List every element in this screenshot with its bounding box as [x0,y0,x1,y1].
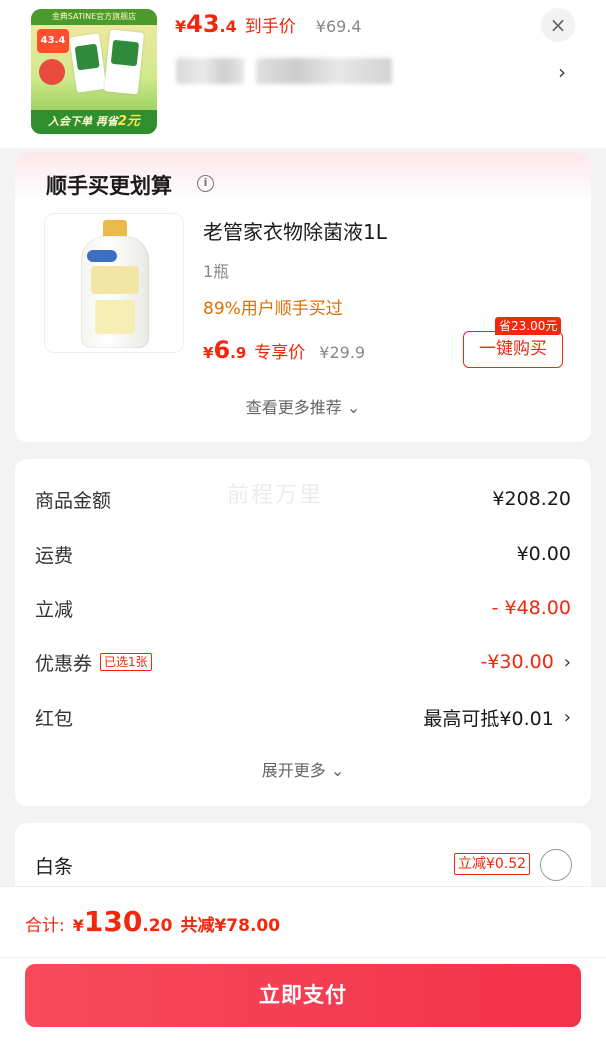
one-click-buy-button[interactable]: 一键购买 [463,331,563,368]
milk-box-graphic [103,29,145,95]
price-tag: 专享价 [254,343,306,363]
thumbnail-price: 43.4 [37,29,69,53]
row-label: 优惠券 已选1张 [35,649,152,676]
row-value: ¥208.20 [492,488,571,510]
price-decimal: .9 [230,344,247,362]
price-currency: ¥ [175,17,187,36]
summary-row-red-packet[interactable]: 红包 最高可抵¥0.01 › [35,702,571,732]
recommend-product-name[interactable]: 老管家衣物除菌液1L [203,216,387,245]
coupon-value: -¥30.00 [480,651,554,673]
coupon-selected-tag: 已选1张 [100,653,152,671]
price-integer: 43 [186,10,220,38]
section-title: 顺手买更划算 [46,174,172,198]
price-decimal: .4 [219,17,237,36]
total-currency: ¥ [72,916,84,935]
payment-method-label: 白条 [35,856,74,878]
recommend-price: ¥ 6 .9 专享价 ¥29.9 [203,336,365,364]
thumbnail-footer: 入会下单 再省2元 [31,110,157,134]
red-packet-value: 最高可抵¥0.01 [423,707,554,730]
row-label: 立减 [35,598,74,621]
blurred-text [176,58,244,84]
chevron-right-icon[interactable]: › [558,60,566,84]
more-recommendations-link[interactable]: 查看更多推荐 ⌄ [15,394,591,418]
original-price: ¥29.9 [319,343,366,362]
row-value: -¥30.00 › [480,651,571,673]
recommend-card: 顺手买更划算 i 老管家衣物除菌液1L 1瓶 89%用户顺手买过 ¥ 6 .9 … [15,152,591,442]
expand-more-link[interactable]: 展开更多 ⌄ [15,757,591,781]
price-tag: 到手价 [244,17,296,37]
product-thumbnail[interactable]: 金典SATINE官方旗舰店 43.4 入会下单 再省2元 [31,9,157,134]
row-label: 红包 [35,707,74,730]
top-product-card[interactable]: 金典SATINE官方旗舰店 43.4 入会下单 再省2元 ¥ 43 .4 到手价… [0,0,606,148]
total-integer: 130 [83,905,143,938]
close-icon[interactable]: × [541,8,575,42]
coupon-label: 优惠券 [35,652,93,675]
checkout-bar: 合计: ¥ 130 .20 共减¥78.00 立即支付 [0,886,606,1045]
row-value: ¥0.00 [516,543,571,565]
total-decimal: .20 [142,916,173,936]
row-label: 运费 [35,544,74,567]
final-price: ¥ 43 .4 到手价 ¥69.4 [175,10,362,38]
social-proof: 89%用户顺手买过 [203,299,343,319]
chevron-right-icon[interactable]: › [564,652,571,673]
chevron-right-icon[interactable]: › [564,707,571,728]
bottle-graphic [81,220,149,348]
total-discount: 共减¥78.00 [180,916,281,936]
summary-row-shipping: 运费 ¥0.00 [35,539,571,569]
order-summary-card: 前程万里 商品金额 ¥208.20 运费 ¥0.00 立减 - ¥48.00 优… [15,459,591,806]
save-badge: 省23.00元 [495,317,562,335]
thumbnail-footer-amount: 2元 [117,114,140,129]
apple-graphic [39,59,65,85]
pay-now-button[interactable]: 立即支付 [25,964,581,1027]
original-price: ¥69.4 [315,17,362,36]
row-label: 商品金额 [35,489,112,512]
row-value: 最高可抵¥0.01 › [423,704,571,731]
blurred-text [256,58,392,84]
summary-row-coupon[interactable]: 优惠券 已选1张 -¥30.00 › [35,647,571,677]
order-total: 合计: ¥ 130 .20 共减¥78.00 [25,905,280,938]
summary-row-instant-discount: 立减 - ¥48.00 [35,593,571,623]
thumbnail-footer-prefix: 入会下单 再省 [48,115,118,128]
row-value: - ¥48.00 [491,597,571,619]
payment-radio-button[interactable] [540,849,572,881]
divider [0,957,606,958]
recommend-product-image[interactable] [44,213,184,353]
price-currency: ¥ [203,344,214,362]
summary-row-goods-amount: 商品金额 ¥208.20 [35,484,571,514]
recommend-quantity: 1瓶 [203,262,230,281]
thumbnail-banner: 金典SATINE官方旗舰店 [31,9,157,25]
price-integer: 6 [213,336,231,364]
payment-promo-tag: 立减¥0.52 [454,853,531,875]
milk-box-graphic [69,33,107,93]
info-icon[interactable]: i [197,175,214,192]
total-label: 合计: [25,916,65,936]
